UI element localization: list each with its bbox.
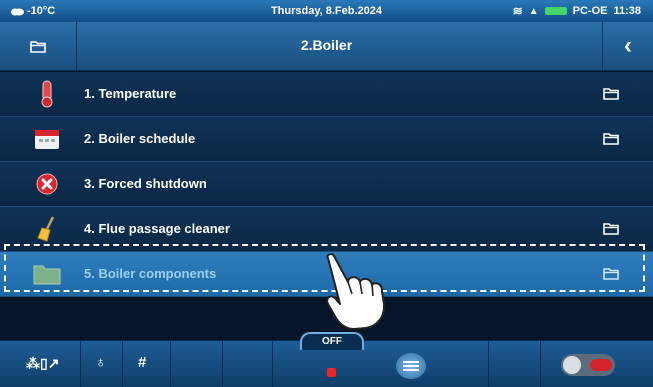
wifi-icon: ≋	[512, 4, 523, 18]
divider	[272, 341, 273, 387]
menu-line	[403, 361, 419, 363]
menu-line	[403, 365, 419, 367]
toggle-knob	[563, 356, 581, 374]
divider	[488, 341, 489, 387]
user-icon: ▲	[528, 5, 539, 17]
chevron-left-icon: ‹	[624, 32, 632, 59]
menu-item-label: 3. Forced shutdown	[84, 176, 207, 191]
menu-item-label: 5. Boiler components	[84, 266, 217, 281]
folder-icon	[603, 223, 619, 235]
stop-icon[interactable]	[327, 368, 336, 377]
divider	[222, 341, 223, 387]
calendar-icon	[32, 124, 62, 154]
clock: 11:38	[613, 5, 641, 17]
divider	[80, 341, 81, 387]
menu-item-boiler-schedule[interactable]: 2. Boiler schedule	[0, 117, 653, 162]
red-x-icon	[32, 169, 62, 199]
divider	[122, 341, 123, 387]
mode-status-tab: OFF	[300, 332, 364, 350]
page-title: 2.Boiler	[300, 37, 353, 53]
mode-icon[interactable]: ⁂▯↗	[26, 355, 59, 372]
folder-green-icon	[32, 259, 62, 289]
screen: -10°C Thursday, 8.Feb.2024 ≋ ▲ PC-OE 11:…	[0, 0, 653, 387]
mode-status-label: OFF	[322, 336, 342, 347]
battery-icon	[544, 7, 567, 15]
flame-icon[interactable]: ♁	[95, 354, 106, 371]
menu-item-temperature[interactable]: 1. Temperature	[0, 72, 653, 117]
power-toggle[interactable]	[561, 354, 615, 376]
broom-icon	[32, 214, 62, 244]
power-off-indicator	[590, 359, 612, 371]
divider	[540, 341, 541, 387]
back-button[interactable]: ‹	[602, 22, 653, 70]
menu-item-label: 1. Temperature	[84, 86, 177, 101]
divider	[170, 341, 171, 387]
menu-line	[403, 369, 419, 371]
device-name: PC-OE	[572, 5, 608, 17]
folder-icon	[603, 268, 619, 280]
folder-icon	[603, 88, 619, 100]
menu-item-flue-passage-cleaner[interactable]: 4. Flue passage cleaner	[0, 207, 653, 252]
hand-pointer-icon	[326, 253, 386, 330]
menu-item-label: 4. Flue passage cleaner	[84, 221, 230, 236]
folder-icon	[603, 133, 619, 145]
thermometer-icon	[32, 79, 62, 109]
menu-button[interactable]	[396, 353, 426, 379]
grid-icon[interactable]: #	[138, 354, 146, 371]
menu-item-forced-shutdown[interactable]: 3. Forced shutdown	[0, 162, 653, 207]
header: 2.Boiler ‹	[0, 22, 653, 71]
status-bar: -10°C Thursday, 8.Feb.2024 ≋ ▲ PC-OE 11:…	[0, 0, 653, 22]
menu-item-label: 2. Boiler schedule	[84, 131, 196, 146]
status-right: ≋ ▲ PC-OE 11:38	[513, 4, 641, 18]
